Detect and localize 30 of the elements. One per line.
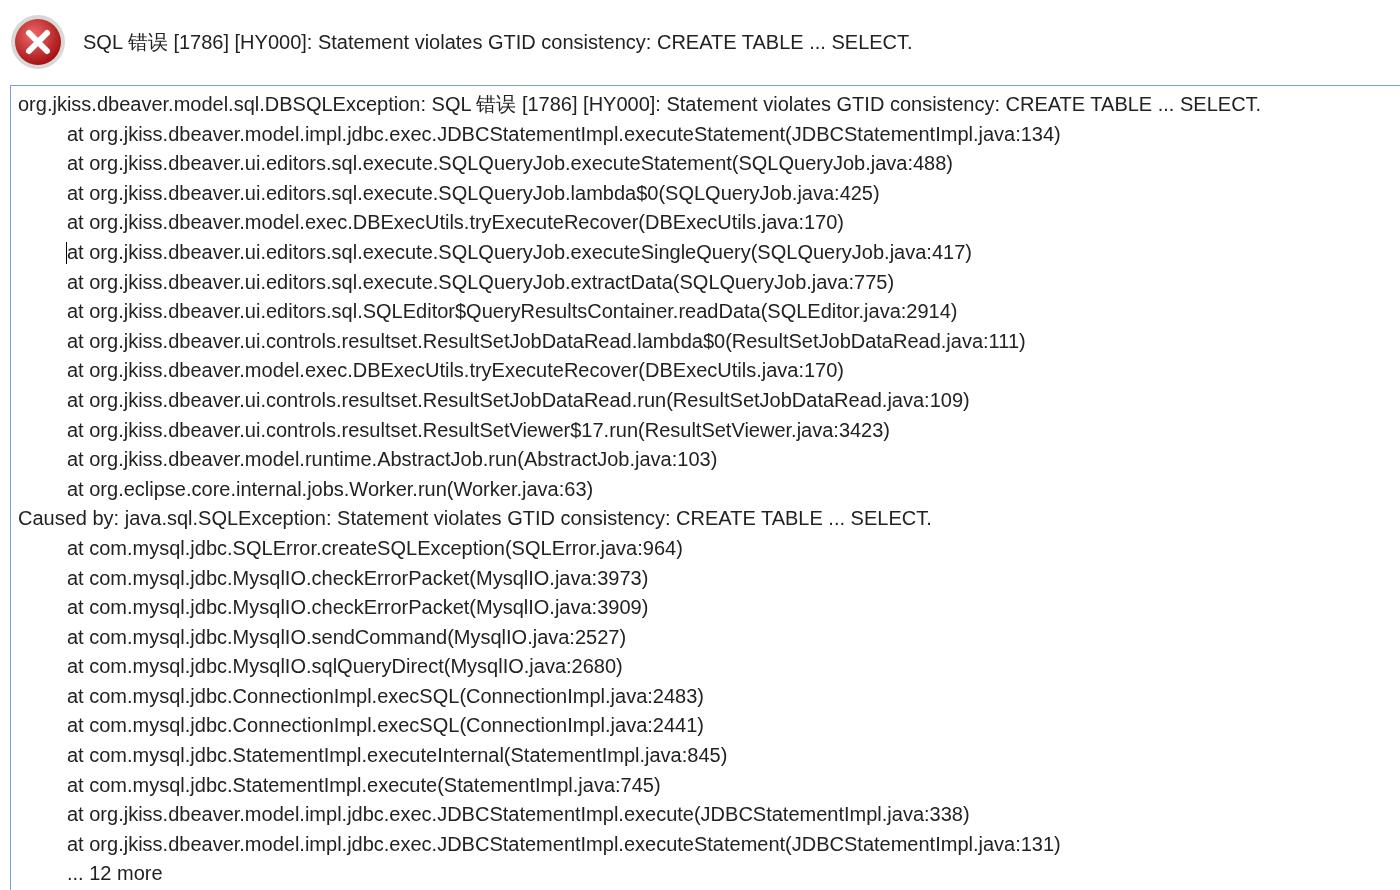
stack-trace-line: at org.jkiss.dbeaver.model.impl.jdbc.exec.JDBCStatementImpl.executeStatement(JDBCStatementImpl.java:131) bbox=[67, 832, 1061, 855]
stack-trace-line: at org.jkiss.dbeaver.ui.controls.resultset.ResultSetViewer$17.run(ResultSetViewer.java:3423) bbox=[67, 418, 891, 441]
stack-trace-line: at org.eclipse.core.internal.jobs.Worker.run(Worker.java:63) bbox=[67, 477, 594, 500]
stack-trace-line: at com.mysql.jdbc.ConnectionImpl.execSQL(ConnectionImpl.java:2441) bbox=[67, 714, 704, 737]
error-icon bbox=[10, 14, 66, 70]
stack-trace-line: at com.mysql.jdbc.MysqlIO.sendCommand(MysqlIO.java:2527) bbox=[67, 625, 627, 648]
stack-trace-line: at com.mysql.jdbc.SQLError.createSQLException(SQLError.java:964) bbox=[67, 536, 683, 559]
error-message: SQL 错误 [1786] [HY000]: Statement violates GTID consistency: CREATE TABLE ... SELECT. bbox=[83, 29, 913, 55]
details-text-area[interactable] bbox=[10, 85, 1400, 890]
stack-trace-line: at com.mysql.jdbc.StatementImpl.execute(StatementImpl.java:745) bbox=[67, 773, 661, 796]
stack-trace-line: at com.mysql.jdbc.MysqlIO.sqlQueryDirect(MysqlIO.java:2680) bbox=[67, 655, 623, 678]
stack-trace-line: Caused by: java.sql.SQLException: Statement violates GTID consistency: CREATE TABLE ... SELECT. bbox=[18, 507, 932, 530]
stack-trace-line: at org.jkiss.dbeaver.ui.editors.sql.SQLEditor$QueryResultsContainer.readData(SQLEditor.java:2914) bbox=[67, 300, 958, 323]
stack-trace-line: at com.mysql.jdbc.StatementImpl.executeInternal(StatementImpl.java:845) bbox=[67, 744, 728, 767]
stack-trace-line: at com.mysql.jdbc.MysqlIO.checkErrorPacket(MysqlIO.java:3973) bbox=[67, 566, 649, 589]
stack-trace-line: at org.jkiss.dbeaver.ui.editors.sql.execute.SQLQueryJob.executeStatement(SQLQueryJob.java:488) bbox=[67, 152, 954, 175]
stack-trace-line: at org.jkiss.dbeaver.model.runtime.AbstractJob.run(AbstractJob.java:103) bbox=[67, 448, 718, 471]
stack-trace-line: at org.jkiss.dbeaver.model.exec.DBExecUtils.tryExecuteRecover(DBExecUtils.java:170) bbox=[67, 211, 844, 234]
stack-trace-line: at org.jkiss.dbeaver.model.impl.jdbc.exec.JDBCStatementImpl.executeStatement(JDBCStatementImpl.java:134) bbox=[67, 122, 1061, 145]
stack-trace-line: at org.jkiss.dbeaver.model.exec.DBExecUtils.tryExecuteRecover(DBExecUtils.java:170) bbox=[67, 359, 844, 382]
stack-trace-line: at org.jkiss.dbeaver.model.impl.jdbc.exec.JDBCStatementImpl.execute(JDBCStatementImpl.java:338) bbox=[67, 803, 970, 826]
stack-trace-line: at org.jkiss.dbeaver.ui.editors.sql.execute.SQLQueryJob.extractData(SQLQueryJob.java:775) bbox=[67, 270, 895, 293]
stack-trace-line: at com.mysql.jdbc.ConnectionImpl.execSQL(ConnectionImpl.java:2483) bbox=[67, 684, 704, 707]
stack-trace-line: at com.mysql.jdbc.MysqlIO.checkErrorPacket(MysqlIO.java:3909) bbox=[67, 596, 649, 619]
stack-trace-line: at org.jkiss.dbeaver.ui.editors.sql.execute.SQLQueryJob.lambda$0(SQLQueryJob.java:425) bbox=[67, 181, 880, 204]
stack-trace-line: at org.jkiss.dbeaver.ui.controls.resultset.ResultSetJobDataRead.lambda$0(ResultSetJobDataRead.java:111) bbox=[67, 329, 1026, 352]
stack-trace-line: org.jkiss.dbeaver.model.sql.DBSQLException: SQL 错误 [1786] [HY000]: Statement violates GTID consistency: CREATE TABLE ... SELECT. bbox=[18, 93, 1262, 115]
stack-trace-line: at org.jkiss.dbeaver.ui.controls.resultset.ResultSetJobDataRead.run(ResultSetJobDataRead.java:109) bbox=[67, 388, 970, 411]
stack-trace-line: at org.jkiss.dbeaver.ui.editors.sql.execute.SQLQueryJob.executeSingleQuery(SQLQueryJob.java:417) bbox=[67, 240, 972, 263]
stack-trace-line: ... 12 more bbox=[67, 862, 163, 885]
